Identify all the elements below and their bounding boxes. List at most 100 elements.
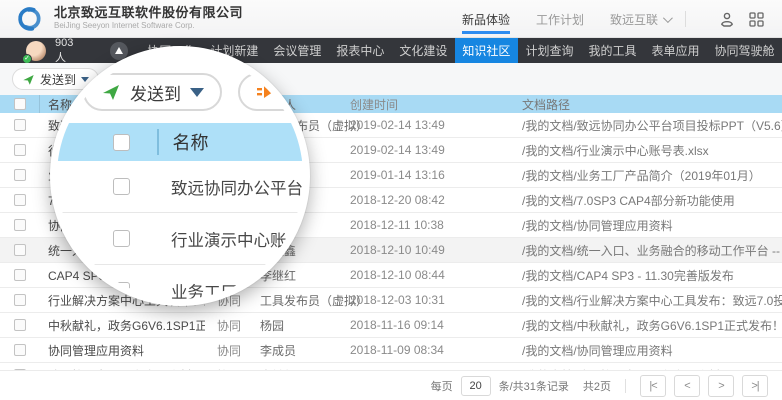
company-block: 北京致远互联软件股份有限公司 BeiJing Seeyon Internet S… <box>54 6 243 30</box>
doc-name: 业务工厂产品简介（2019年01月） <box>171 279 310 303</box>
table-row[interactable]: 协同管理应用资料 协同 李成员 2018-11-09 08:34 /我的文档/协… <box>0 338 782 363</box>
doc-path: /我的文档/协同管理应用资料 <box>462 342 782 359</box>
row-checkbox[interactable] <box>113 230 130 247</box>
doc-created: 2019-02-14 13:49 <box>350 143 462 157</box>
select-all-checkbox[interactable] <box>14 98 26 110</box>
per-page-label: 每页 <box>431 378 453 394</box>
company-name-en: BeiJing Seeyon Internet Software Corp. <box>54 21 243 30</box>
tab-seeyon[interactable]: 致远互联 <box>610 0 670 38</box>
doc-created: 2018-12-11 10:38 <box>350 218 462 232</box>
doc-name: 协同管理应用资料 <box>40 342 205 359</box>
col-header-path: 文档路径 <box>462 96 782 113</box>
row-checkbox[interactable] <box>14 319 26 331</box>
header-icons <box>719 0 764 38</box>
tab-new-experience[interactable]: 新品体验 <box>462 0 510 38</box>
row-checkbox[interactable] <box>14 269 26 281</box>
row-checkbox[interactable] <box>14 119 26 131</box>
table-row-magnified[interactable]: 致远协同办公平台项目投标PPT（V5.6）.ppt <box>57 161 310 213</box>
records-label: 条/共31条记录 <box>499 378 569 394</box>
row-checkbox[interactable] <box>14 194 26 206</box>
move-icon <box>256 82 276 102</box>
magnifier-overlay: 发送到 移动 名称 致远协同办公平台项目投标PPT（V5.6）.ppt <box>50 46 310 306</box>
online-check-badge: ✓ <box>22 54 32 64</box>
main-nav: ✓ 903人 协同工作 计划新建 会议管理 报表中心 文化建设 知识社区 计划查… <box>0 38 782 63</box>
last-page-button[interactable]: >| <box>742 375 768 397</box>
row-checkbox[interactable] <box>113 178 130 195</box>
nav-item-culture[interactable]: 文化建设 <box>392 38 455 63</box>
doc-path: /我的文档/致远协同办公平台项目投标PPT（V5.6） .ppt <box>462 117 782 134</box>
send-icon <box>101 82 121 102</box>
col-header-name: 名称 <box>173 129 209 155</box>
doc-name: 中秋献礼，政务G6V6.1SP1正式发布！ <box>40 317 205 334</box>
tab-work-plan[interactable]: 工作计划 <box>536 0 584 38</box>
doc-creator: 李成员 <box>260 342 350 359</box>
next-page-button[interactable]: > <box>708 375 734 397</box>
doc-created: 2018-11-16 09:14 <box>350 318 462 332</box>
doc-type: 协同 <box>205 342 260 359</box>
table-row[interactable]: 中秋献礼，政务G6V6.1SP1正式发布！ 协同 杨园 2018-11-16 0… <box>0 313 782 338</box>
table-row-clipped[interactable]: 致远协同办公平台产品资料 协同 李继红 2018-10-08 09:33 /我的… <box>0 363 782 370</box>
seeyon-logo-icon <box>14 4 44 34</box>
row-checkbox[interactable] <box>113 282 130 299</box>
nav-item-my-tools[interactable]: 我的工具 <box>581 38 644 63</box>
company-name: 北京致远互联软件股份有限公司 <box>54 6 243 21</box>
pagination-bar: 每页 条/共31条记录 共2页 |< < > >| <box>0 370 782 400</box>
nav-item-cockpit[interactable]: 协同驾驶舱 <box>707 38 782 63</box>
send-icon <box>22 73 35 86</box>
doc-created: 2018-11-09 08:34 <box>350 343 462 357</box>
doc-path: /我的文档/行业演示中心账号表.xlsx <box>462 142 782 159</box>
select-all-cell <box>0 95 40 113</box>
doc-creator: 杨园 <box>260 317 350 334</box>
doc-path: /我的文档/行业解决方案中心工具发布：致远7.0投标工具 <box>462 292 782 309</box>
pages-label: 共2页 <box>583 378 611 394</box>
move-button-magnified[interactable]: 移动 <box>238 73 310 111</box>
nav-item-report-center[interactable]: 报表中心 <box>329 38 392 63</box>
doc-created: 2019-01-14 13:16 <box>350 168 462 182</box>
send-to-button-magnified[interactable]: 发送到 <box>83 73 222 111</box>
doc-created: 2019-02-14 13:49 <box>350 118 462 132</box>
row-checkbox[interactable] <box>14 294 26 306</box>
top-tabs: 新品体验 工作计划 致远互联 <box>462 0 670 38</box>
prev-page-button[interactable]: < <box>674 375 700 397</box>
chevron-down-icon <box>663 13 673 23</box>
contact-icon[interactable] <box>719 11 735 27</box>
app-window: 北京致远互联软件股份有限公司 BeiJing Seeyon Internet S… <box>0 0 782 400</box>
member-count: 903人 <box>55 37 74 65</box>
row-checkbox[interactable] <box>14 244 26 256</box>
doc-path: /我的文档/CAP4 SP3 - 11.30完善版发布 <box>462 267 782 284</box>
col-header-created: 创建时间 <box>350 96 462 113</box>
nav-item-knowledge-community[interactable]: 知识社区 <box>455 38 518 63</box>
row-checkbox[interactable] <box>14 219 26 231</box>
doc-path: /我的文档/业务工厂产品简介（2019年01月） <box>462 167 782 184</box>
row-checkbox[interactable] <box>14 344 26 356</box>
doc-created: 2018-12-20 08:42 <box>350 193 462 207</box>
header-divider <box>685 11 686 27</box>
doc-created: 2018-12-03 10:31 <box>350 293 462 307</box>
magnified-table-header: 名称 <box>57 123 310 161</box>
first-page-button[interactable]: |< <box>640 375 666 397</box>
select-all-checkbox[interactable] <box>113 134 130 151</box>
doc-path: /我的文档/7.0SP3 CAP4部分新功能使用 <box>462 192 782 209</box>
row-checkbox[interactable] <box>14 144 26 156</box>
doc-path: /我的文档/中秋献礼，政务G6V6.1SP1正式发布！ <box>462 317 782 334</box>
doc-created: 2018-12-10 08:44 <box>350 268 462 282</box>
magnified-rows: 致远协同办公平台项目投标PPT（V5.6）.ppt 行业演示中心账号表.xlsx… <box>57 161 310 306</box>
nav-item-meeting[interactable]: 会议管理 <box>266 38 329 63</box>
doc-name: 致远协同办公平台项目投标PPT（V5.6）.ppt <box>171 175 310 199</box>
doc-type: 协同 <box>205 317 260 334</box>
apps-grid-icon[interactable] <box>749 12 764 27</box>
nav-item-form-apps[interactable]: 表单应用 <box>644 38 707 63</box>
per-page-input[interactable] <box>461 376 491 396</box>
magnified-toolbar: 发送到 移动 <box>57 73 310 111</box>
doc-path: /我的文档/统一入口、业务融合的移动工作平台 -- V7.0SP3正式发布 <box>462 242 782 259</box>
pagination-divider <box>625 379 626 393</box>
doc-created: 2018-12-10 10:49 <box>350 243 462 257</box>
top-header: 北京致远互联软件股份有限公司 BeiJing Seeyon Internet S… <box>0 0 782 38</box>
doc-name: 行业演示中心账号表.xlsx <box>171 227 310 251</box>
doc-path: /我的文档/协同管理应用资料 <box>462 217 782 234</box>
caret-down-icon <box>190 88 204 97</box>
table-row-magnified[interactable]: 行业演示中心账号表.xlsx <box>57 213 310 265</box>
nav-item-plan-query[interactable]: 计划查询 <box>518 38 581 63</box>
user-avatar[interactable]: ✓ <box>26 41 46 61</box>
row-checkbox[interactable] <box>14 169 26 181</box>
